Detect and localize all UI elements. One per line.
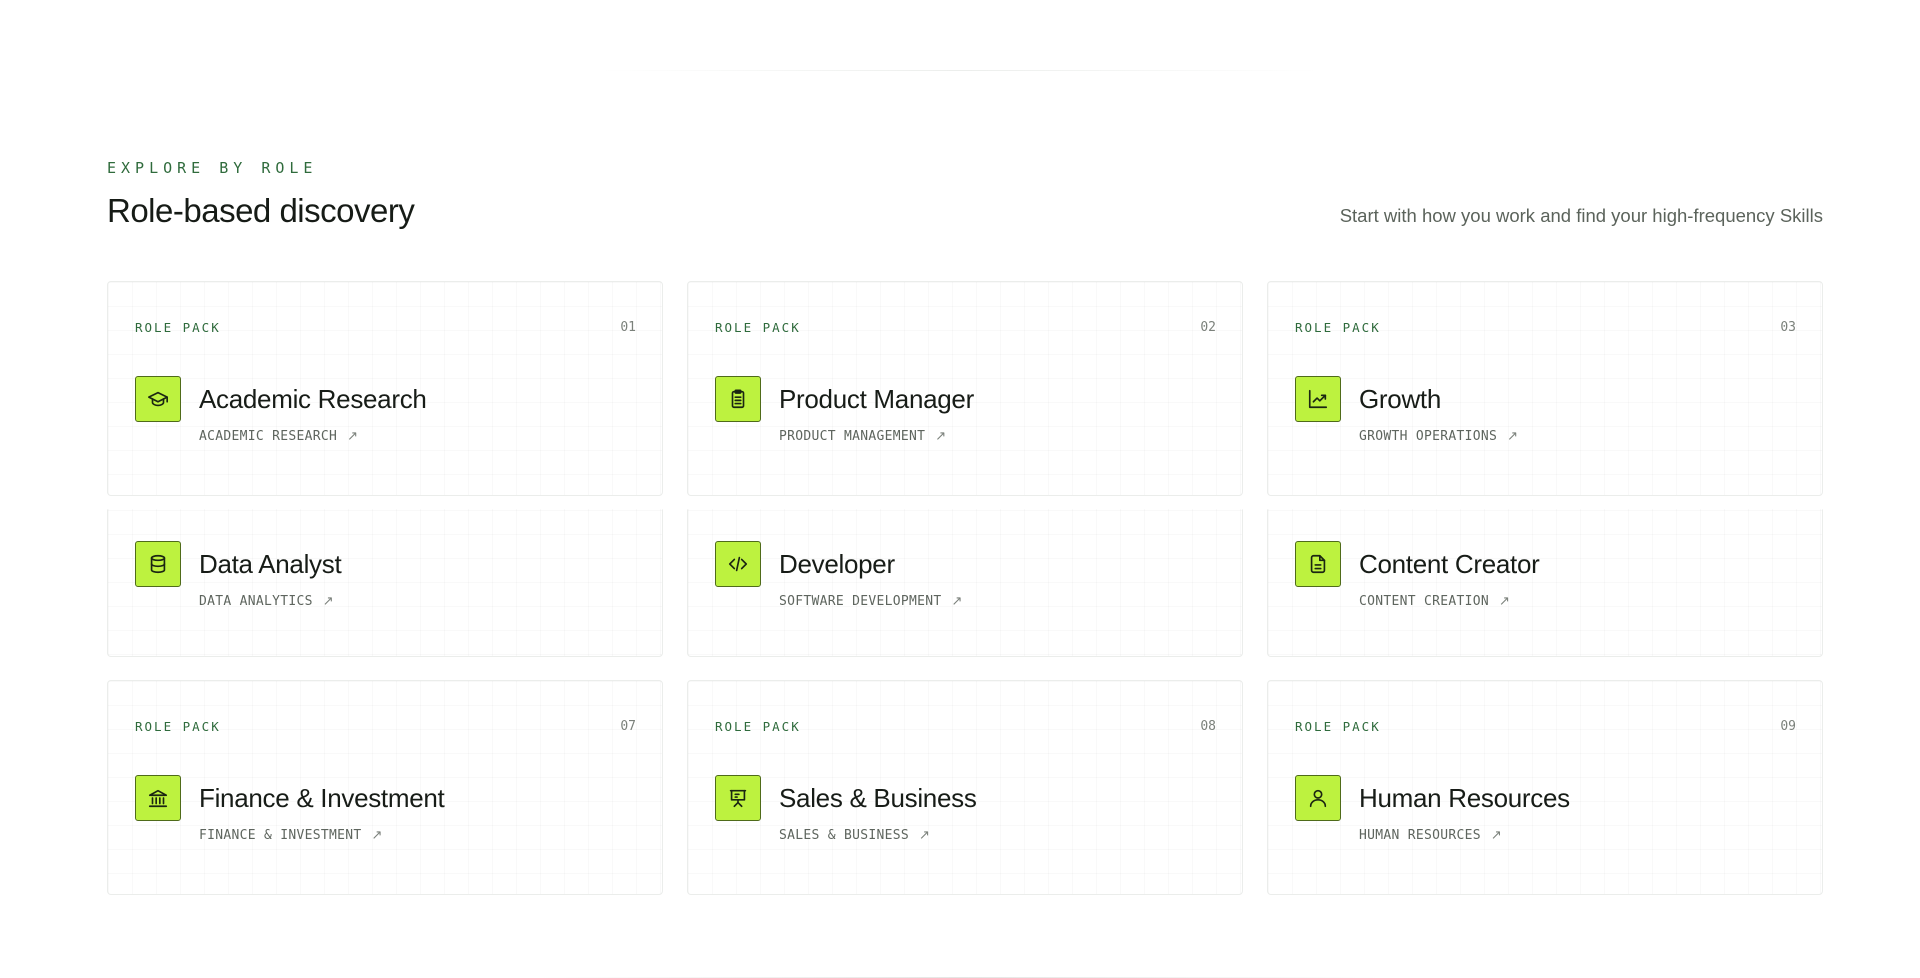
bank-icon — [135, 775, 181, 821]
role-card-number: 03 — [1780, 320, 1796, 335]
role-card-growth[interactable]: ROLE PACK 03 Growth GROWTH OPERATIONS ↗ — [1267, 281, 1823, 496]
role-card-subtitle: HUMAN RESOURCES ↗ — [1359, 827, 1502, 845]
role-card-title: Product Manager — [779, 384, 974, 414]
graduation-cap-icon — [135, 376, 181, 422]
role-card-number: 08 — [1200, 719, 1216, 734]
role-card-title: Academic Research — [199, 384, 427, 414]
role-card-category: FINANCE & INVESTMENT — [199, 828, 362, 843]
role-card-category: CONTENT CREATION — [1359, 594, 1490, 609]
role-card-data-analyst[interactable]: Data Analyst DATA ANALYTICS ↗ — [107, 509, 663, 657]
role-card-title: Human Resources — [1359, 783, 1570, 813]
arrow-up-right-icon: ↗ — [1490, 828, 1503, 843]
role-card-subtitle: CONTENT CREATION ↗ — [1359, 593, 1510, 611]
role-card-finance-investment[interactable]: ROLE PACK 07 Finance & Investment FINANC… — [107, 680, 663, 895]
database-icon — [135, 541, 181, 587]
role-card-academic-research[interactable]: ROLE PACK 01 Academic Research ACADEMIC … — [107, 281, 663, 496]
role-card-title: Finance & Investment — [199, 783, 445, 813]
role-card-subtitle: ACADEMIC RESEARCH ↗ — [199, 428, 358, 446]
section-title: Role-based discovery — [107, 192, 415, 229]
arrow-up-right-icon: ↗ — [951, 594, 963, 609]
role-card-number: 09 — [1780, 719, 1796, 734]
role-card-category: SOFTWARE DEVELOPMENT — [779, 594, 942, 609]
arrow-up-right-icon: ↗ — [1499, 594, 1511, 609]
role-card-human-resources[interactable]: ROLE PACK 09 Human Resources HUMAN RESOU… — [1267, 680, 1823, 895]
role-card-title: Developer — [779, 549, 895, 579]
arrow-up-right-icon: ↗ — [1507, 429, 1519, 444]
role-card-sales-business[interactable]: ROLE PACK 08 Sales & Business SALES & BU… — [687, 680, 1243, 895]
role-card-content-creator[interactable]: Content Creator CONTENT CREATION ↗ — [1267, 509, 1823, 657]
role-card-category: DATA ANALYTICS — [199, 594, 313, 609]
role-pack-label: ROLE PACK — [715, 719, 801, 734]
role-card-category: SALES & BUSINESS — [779, 828, 910, 843]
role-card-category: HUMAN RESOURCES — [1359, 828, 1481, 843]
role-card-subtitle: GROWTH OPERATIONS ↗ — [1359, 428, 1518, 446]
role-card-category: ACADEMIC RESEARCH — [199, 429, 338, 444]
role-pack-label: ROLE PACK — [1295, 320, 1381, 335]
explore-by-role-section: EXPLORE BY ROLE Role-based discovery Sta… — [107, 158, 1823, 895]
role-card-subtitle: SALES & BUSINESS ↗ — [779, 827, 930, 845]
role-card-subtitle: FINANCE & INVESTMENT ↗ — [199, 827, 383, 845]
role-card-subtitle: DATA ANALYTICS ↗ — [199, 593, 334, 611]
section-subtitle: Start with how you work and find your hi… — [1339, 205, 1823, 226]
section-header: Role-based discovery Start with how you … — [107, 190, 1823, 250]
role-card-title: Growth — [1359, 384, 1442, 414]
role-pack-label: ROLE PACK — [1295, 719, 1381, 734]
top-divider — [600, 70, 1320, 71]
role-pack-label: ROLE PACK — [715, 320, 801, 335]
role-card-category: PRODUCT MANAGEMENT — [779, 429, 926, 444]
page: EXPLORE BY ROLE Role-based discovery Sta… — [0, 0, 1920, 978]
clipboard-icon — [715, 376, 761, 422]
section-eyebrow: EXPLORE BY ROLE — [107, 159, 318, 177]
role-card-number: 02 — [1200, 320, 1216, 335]
role-card-number: 07 — [620, 719, 636, 734]
trending-up-chart-icon — [1295, 376, 1341, 422]
role-card-title: Content Creator — [1359, 549, 1540, 579]
arrow-up-right-icon: ↗ — [322, 594, 334, 609]
role-card-subtitle: PRODUCT MANAGEMENT ↗ — [779, 428, 946, 446]
user-icon — [1295, 775, 1341, 821]
presentation-board-icon — [715, 775, 761, 821]
role-card-product-manager[interactable]: ROLE PACK 02 Product Manager PRODUCT MAN… — [687, 281, 1243, 496]
document-icon — [1295, 541, 1341, 587]
arrow-up-right-icon: ↗ — [935, 429, 947, 444]
role-card-subtitle: SOFTWARE DEVELOPMENT ↗ — [779, 593, 963, 611]
role-pack-label: ROLE PACK — [135, 320, 221, 335]
code-icon — [715, 541, 761, 587]
arrow-up-right-icon: ↗ — [371, 828, 383, 843]
role-card-developer[interactable]: Developer SOFTWARE DEVELOPMENT ↗ — [687, 509, 1243, 657]
role-card-title: Sales & Business — [779, 783, 977, 813]
role-pack-label: ROLE PACK — [135, 719, 221, 734]
arrow-up-right-icon: ↗ — [919, 828, 931, 843]
role-card-category: GROWTH OPERATIONS — [1359, 429, 1498, 444]
role-card-title: Data Analyst — [199, 549, 342, 579]
arrow-up-right-icon: ↗ — [347, 429, 359, 444]
role-card-number: 01 — [620, 320, 636, 335]
